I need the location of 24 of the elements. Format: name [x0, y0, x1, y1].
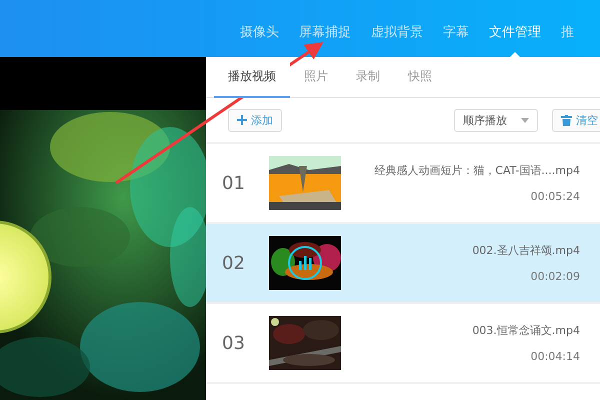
- row-number: 02: [222, 252, 246, 274]
- file-duration: 00:02:09: [530, 270, 580, 283]
- sub-tab[interactable]: 录制: [342, 57, 394, 98]
- trash-icon: [561, 114, 572, 126]
- file-title: 经典感人动画短片：猫，CAT-国语....mp4: [373, 163, 580, 178]
- nav-tab[interactable]: 推: [551, 23, 584, 57]
- clear-button[interactable]: 清空: [552, 108, 600, 132]
- file-row[interactable]: 02 002.圣八吉祥颂.mp4 00:02:09: [206, 224, 600, 304]
- nav-tab[interactable]: 摄像头: [230, 23, 289, 57]
- add-button[interactable]: 添加: [228, 108, 282, 132]
- file-title: 003.恒常念诵文.mp4: [471, 323, 580, 338]
- file-row[interactable]: 03 003.恒常念诵文.mp4 00:04:14: [206, 304, 600, 384]
- file-title: 002.圣八吉祥颂.mp4: [471, 243, 580, 258]
- play-order-dropdown[interactable]: 顺序播放: [454, 108, 538, 132]
- plus-icon: [237, 115, 247, 125]
- nav-tab[interactable]: 虚拟背景: [361, 23, 433, 57]
- row-number: 03: [222, 332, 246, 354]
- nav-tab[interactable]: 字幕: [433, 23, 479, 57]
- nav-tab[interactable]: 屏幕捕捉: [289, 23, 361, 57]
- sub-tab[interactable]: 快照: [394, 57, 446, 98]
- file-duration: 00:04:14: [530, 350, 580, 363]
- sub-tab[interactable]: 照片: [290, 57, 342, 98]
- file-duration: 00:05:24: [530, 190, 580, 203]
- row-number: 01: [222, 172, 246, 194]
